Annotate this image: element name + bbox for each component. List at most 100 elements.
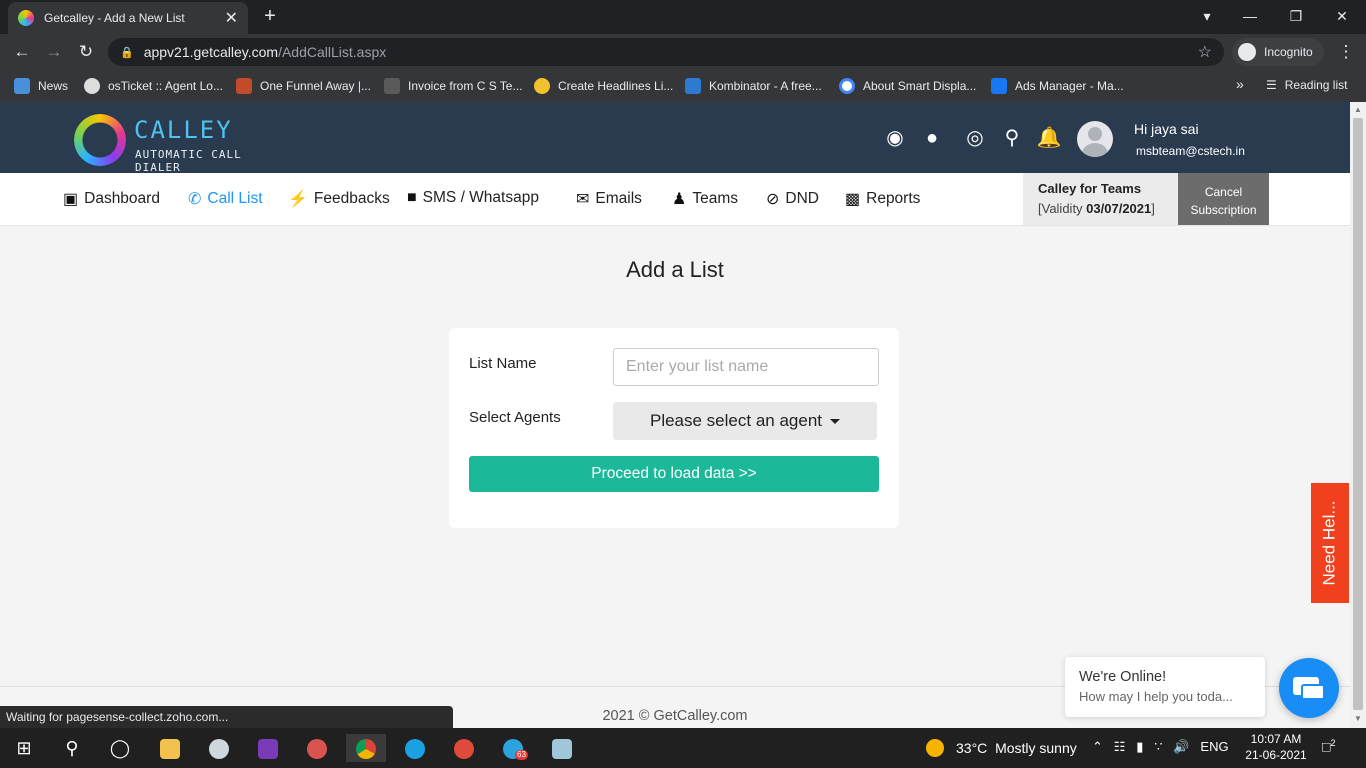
tray-volume-icon[interactable]: 🔊 <box>1173 739 1189 754</box>
incognito-indicator[interactable]: Incognito <box>1232 38 1324 66</box>
browser-toolbar: ← → ↻ 🔒 appv21.getcalley.com/AddCallList… <box>0 34 1366 70</box>
url-host: appv21.getcalley.com <box>143 44 279 60</box>
forward-icon[interactable]: → <box>42 40 66 64</box>
bell-icon[interactable]: 🔔 <box>1035 124 1063 152</box>
tray-wifi-icon[interactable]: ∵ <box>1154 739 1162 754</box>
browser-tab[interactable]: Getcalley - Add a New List ✕ <box>8 2 248 34</box>
telegram-icon[interactable]: 63 <box>493 734 533 762</box>
chrome-taskbar-icon[interactable] <box>346 734 386 762</box>
notes-app-icon[interactable] <box>542 734 582 762</box>
bookmarks-overflow-icon[interactable]: » <box>1236 76 1244 92</box>
search-icon[interactable]: ⚲ <box>998 124 1026 152</box>
weather-widget[interactable]: 33°C Mostly sunny <box>926 739 1077 757</box>
bookmark-item[interactable]: Create Headlines Li... <box>534 78 673 94</box>
restore-icon[interactable]: ❐ <box>1276 4 1316 28</box>
bookmark-item[interactable]: osTicket :: Agent Lo... <box>84 78 223 94</box>
notification-center-icon[interactable]: □2 <box>1322 738 1335 755</box>
reload-icon[interactable]: ↻ <box>74 40 98 64</box>
invoice-icon <box>384 78 400 94</box>
language-indicator[interactable]: ENG <box>1200 739 1228 754</box>
nav-item-dashboard[interactable]: ▣ Dashboard <box>63 189 160 209</box>
taskbar-clock[interactable]: 10:07 AM 21-06-2021 <box>1244 731 1308 763</box>
nav-item-reports[interactable]: ▩ Reports <box>845 189 920 209</box>
page-scrollbar[interactable]: ▲ ▼ <box>1350 102 1366 728</box>
back-icon[interactable]: ← <box>10 40 34 64</box>
address-bar[interactable]: 🔒 appv21.getcalley.com/AddCallList.aspx … <box>108 38 1224 66</box>
clock-date: 21-06-2021 <box>1245 748 1307 762</box>
system-tray: ⌃ ☷ ▮ ∵ 🔊 ENG <box>1092 739 1229 755</box>
incognito-label: Incognito <box>1264 45 1313 59</box>
app-swirl-icon[interactable] <box>444 734 484 762</box>
cancel-subscription-button[interactable]: Cancel Subscription <box>1178 173 1269 225</box>
bookmark-item[interactable]: Kombinator - A free... <box>685 78 822 94</box>
url-path: /AddCallList.aspx <box>278 44 387 60</box>
app-robot-icon[interactable] <box>199 734 239 762</box>
nav-item-feedbacks[interactable]: ⚡ Feedbacks <box>288 189 390 209</box>
onenote-icon[interactable] <box>248 734 288 762</box>
agent-select-dropdown[interactable]: Please select an agent <box>613 402 877 440</box>
kombinator-icon <box>685 78 701 94</box>
bookmark-item[interactable]: Invoice from C S Te... <box>384 78 523 94</box>
edge-icon[interactable] <box>395 734 435 762</box>
need-help-tab[interactable]: Need Hel... <box>1311 483 1349 603</box>
chat-launcher-button[interactable] <box>1279 658 1339 718</box>
chat-title: We're Online! <box>1079 669 1167 685</box>
minimize-icon[interactable]: — <box>1230 4 1270 28</box>
nav-item-emails[interactable]: ✉ Emails <box>576 189 642 209</box>
funnel-icon <box>236 78 252 94</box>
user-email: msbteam@cstech.in <box>1136 144 1245 158</box>
tray-chevron-icon[interactable]: ⌃ <box>1092 739 1103 754</box>
app-header: CALLEY AUTOMATIC CALL DIALER ◉ ● ◎ ⚲ 🔔 H… <box>0 102 1350 174</box>
apple-icon[interactable]: ● <box>918 124 946 152</box>
android-icon[interactable]: ◉ <box>881 124 909 152</box>
notification-count: 2 <box>1330 738 1336 748</box>
close-tab-icon[interactable]: ✕ <box>225 8 238 28</box>
close-window-icon[interactable]: ✕ <box>1322 4 1362 28</box>
file-explorer-icon[interactable] <box>150 734 190 762</box>
bookmarks-bar: News osTicket :: Agent Lo... One Funnel … <box>0 70 1366 102</box>
tab-search-icon[interactable]: ▾ <box>1187 4 1227 28</box>
support-icon[interactable]: ◎ <box>961 124 989 152</box>
user-greeting[interactable]: Hi jaya sai <box>1134 121 1199 137</box>
tray-network-icon[interactable]: ☷ <box>1114 739 1126 754</box>
bookmark-item[interactable]: News <box>14 78 68 94</box>
nav-item-dnd[interactable]: ⊘ DND <box>766 189 819 209</box>
windows-taskbar: ⊞ ⚲ ◯ 63 33°C Mostly sunny ⌃ ☷ ▮ ∵ 🔊 ENG… <box>0 728 1366 768</box>
scroll-down-icon[interactable]: ▼ <box>1354 714 1362 723</box>
bookmark-star-icon[interactable]: ☆ <box>1198 42 1212 62</box>
caret-down-icon <box>830 418 840 424</box>
bookmark-item[interactable]: About Smart Displa... <box>839 78 976 94</box>
bolt-icon: ⚡ <box>288 191 308 208</box>
calley-logo[interactable]: CALLEY AUTOMATIC CALL DIALER <box>74 112 294 174</box>
nav-item-call-list[interactable]: ✆ Call List <box>188 189 263 209</box>
nav-item-sms-whatsapp[interactable]: ■ SMS / Whatsapp <box>407 189 539 207</box>
scroll-up-icon[interactable]: ▲ <box>1354 105 1362 114</box>
dashboard-icon: ▣ <box>63 191 79 208</box>
tray-battery-icon[interactable]: ▮ <box>1136 739 1143 754</box>
weather-temp: 33°C <box>956 740 988 756</box>
windows-start-icon[interactable]: ⊞ <box>4 734 44 762</box>
bookmark-item[interactable]: Ads Manager - Ma... <box>991 78 1124 94</box>
avatar[interactable] <box>1077 121 1113 157</box>
task-view-icon[interactable]: ◯ <box>100 734 140 762</box>
osticket-icon <box>84 78 100 94</box>
proceed-button[interactable]: Proceed to load data >> <box>469 456 879 492</box>
bookmark-item[interactable]: One Funnel Away |... <box>236 78 371 94</box>
google-icon <box>839 78 855 94</box>
news-icon <box>14 78 30 94</box>
facebook-icon <box>991 78 1007 94</box>
scrollbar-thumb[interactable] <box>1353 118 1363 710</box>
taskbar-search-icon[interactable]: ⚲ <box>52 734 92 762</box>
calley-logo-icon <box>74 114 126 166</box>
reading-list-button[interactable]: ☰ Reading list <box>1266 78 1347 92</box>
nav-item-teams[interactable]: ♟ Teams <box>672 189 738 209</box>
chat-greeting-bubble[interactable]: We're Online! How may I help you toda... <box>1065 657 1265 717</box>
calley-favicon-icon <box>18 10 34 26</box>
list-name-input[interactable] <box>613 348 879 386</box>
lock-icon: 🔒 <box>120 46 134 59</box>
paint-icon[interactable] <box>297 734 337 762</box>
envelope-icon: ✉ <box>576 191 590 208</box>
message-icon: ■ <box>407 189 417 206</box>
new-tab-button[interactable]: + <box>258 4 282 28</box>
browser-menu-icon[interactable]: ⋮ <box>1334 40 1358 64</box>
